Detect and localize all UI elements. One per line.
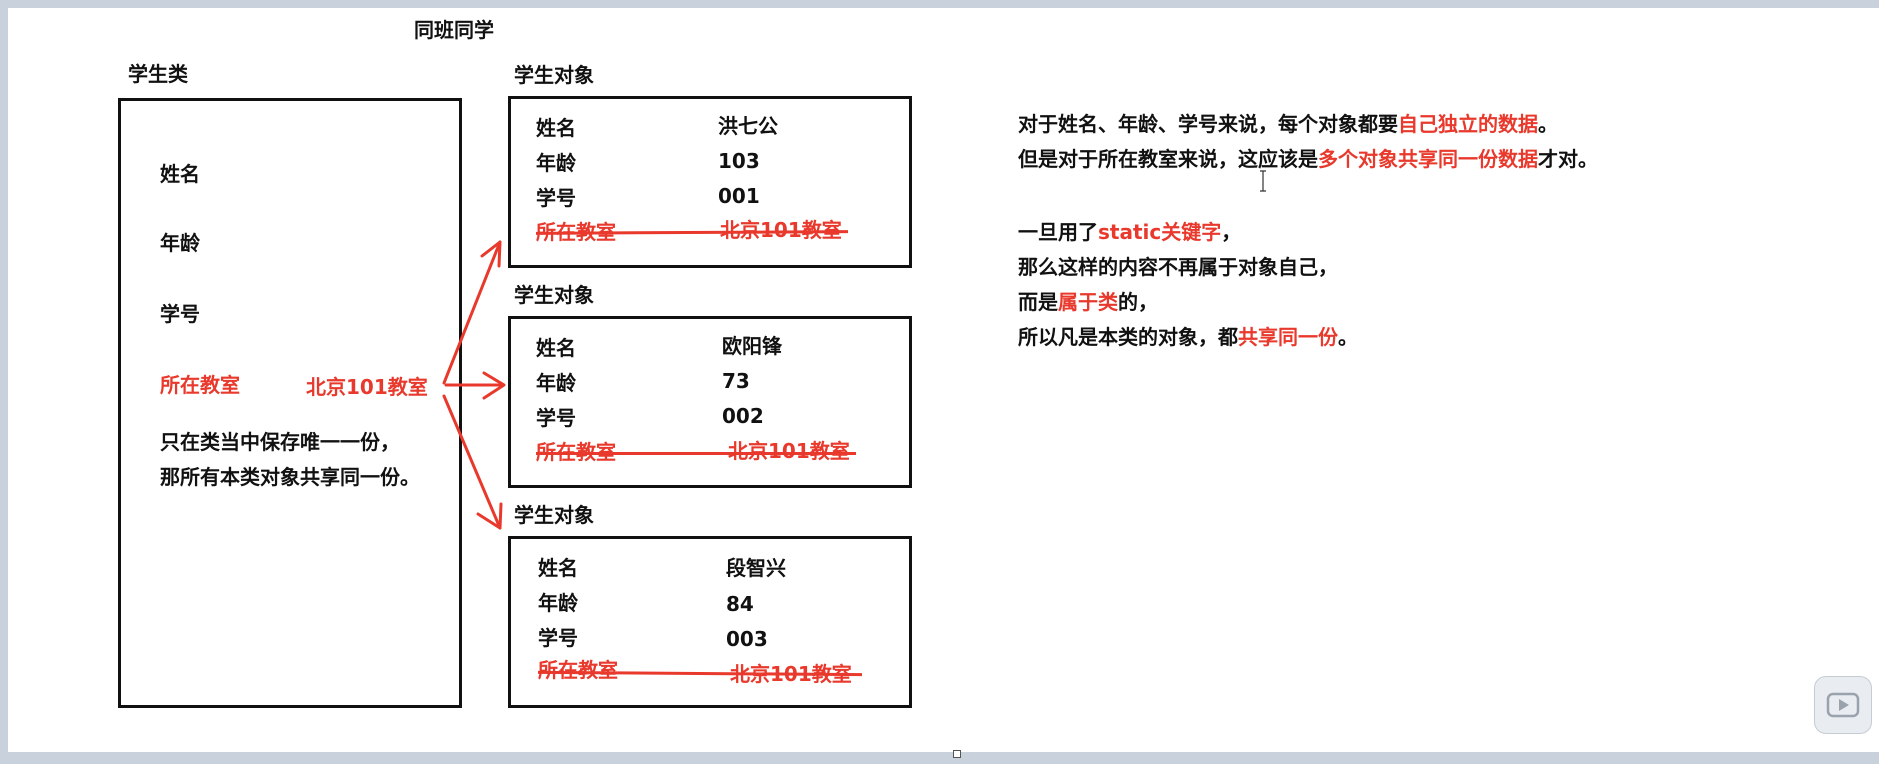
explanation-1-a: 对于姓名、年龄、学号来说，每个对象都要 (1018, 112, 1398, 136)
explanation-2-c: 才对。 (1538, 147, 1598, 171)
explanation-6-a: 所以凡是本类的对象，都 (1018, 325, 1238, 349)
explanation-line-6: 所以凡是本类的对象，都共享同一份。 (1018, 325, 1358, 349)
explanation-line-5: 而是属于类的， (1018, 290, 1158, 314)
arrow-to-object-1 (442, 240, 502, 385)
explanation-5-c: 的， (1118, 290, 1158, 314)
explanation-line-4: 那么这样的内容不再属于对象自己， (1018, 255, 1338, 279)
explanation-3-c: ， (1221, 220, 1242, 244)
text-cursor-icon (1260, 170, 1266, 192)
explanation-3-a: 一旦用了 (1018, 220, 1098, 244)
explanation-2-highlight: 多个对象共享同一份数据 (1318, 147, 1538, 171)
page-indicator[interactable] (953, 750, 961, 758)
explanation-6-c: 。 (1338, 325, 1358, 349)
explanation-6-highlight: 共享同一份 (1238, 325, 1338, 349)
explanation-5-a: 而是 (1018, 290, 1058, 314)
explanation-2-a: 但是对于所在教室来说，这应该是 (1018, 147, 1318, 171)
explanation-1-c: 。 (1538, 112, 1558, 136)
play-button[interactable] (1814, 676, 1872, 734)
arrow-to-object-3 (442, 394, 502, 530)
explanation-1-highlight: 自己独立的数据 (1398, 112, 1538, 136)
explanation-line-3: 一旦用了static关键字， (1018, 220, 1241, 244)
static-share-arrows (442, 240, 506, 530)
play-icon (1826, 692, 1860, 718)
explanation-line-2: 但是对于所在教室来说，这应该是多个对象共享同一份数据才对。 (1018, 147, 1598, 171)
explanation-5-highlight: 属于类 (1058, 290, 1118, 314)
explanation-3-highlight: static关键字 (1098, 220, 1222, 244)
explanation-line-1: 对于姓名、年龄、学号来说，每个对象都要自己独立的数据。 (1018, 112, 1558, 136)
diagram-canvas: 同班同学 学生类 姓名 年龄 学号 所在教室 北京101教室 只在类当中保存唯一… (8, 8, 1879, 752)
